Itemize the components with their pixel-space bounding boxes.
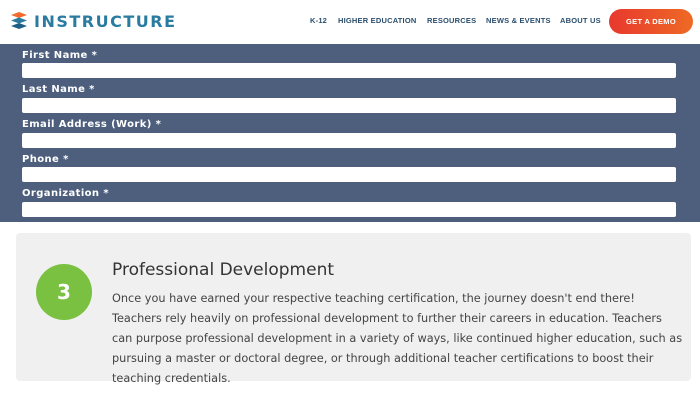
step-card: 3 Professional Development Once you have… (16, 233, 691, 385)
organization-label: Organization * (22, 188, 109, 199)
phone-field[interactable] (22, 167, 676, 182)
contact-form: First Name * Last Name * Email Address (… (0, 44, 700, 222)
site-header: INSTRUCTURE K-12 HIGHER EDUCATION RESOUR… (0, 0, 700, 44)
last-name-label: Last Name * (22, 84, 95, 95)
email-field[interactable] (22, 133, 676, 148)
phone-label: Phone * (22, 154, 69, 165)
logo-text: INSTRUCTURE (34, 12, 177, 31)
email-label: Email Address (Work) * (22, 119, 162, 130)
logo[interactable]: INSTRUCTURE (10, 11, 177, 33)
first-name-label: First Name * (22, 50, 98, 61)
first-name-field[interactable] (22, 63, 676, 78)
nav-item-k12[interactable]: K-12 (310, 16, 327, 25)
organization-field[interactable] (22, 202, 676, 217)
step-title: Professional Development (112, 260, 335, 280)
nav-item-resources[interactable]: RESOURCES (427, 16, 476, 25)
instructure-logo-icon (11, 12, 27, 29)
step-description: Once you have earned your respective tea… (112, 292, 683, 385)
nav-item-higher-education[interactable]: HIGHER EDUCATION (338, 16, 416, 25)
step-number-badge: 3 (36, 264, 92, 320)
nav-item-news-events[interactable]: NEWS & EVENTS (486, 16, 551, 25)
get-a-demo-button[interactable]: GET A DEMO (609, 9, 693, 34)
last-name-field[interactable] (22, 98, 676, 113)
nav-item-about-us[interactable]: ABOUT US (560, 16, 601, 25)
